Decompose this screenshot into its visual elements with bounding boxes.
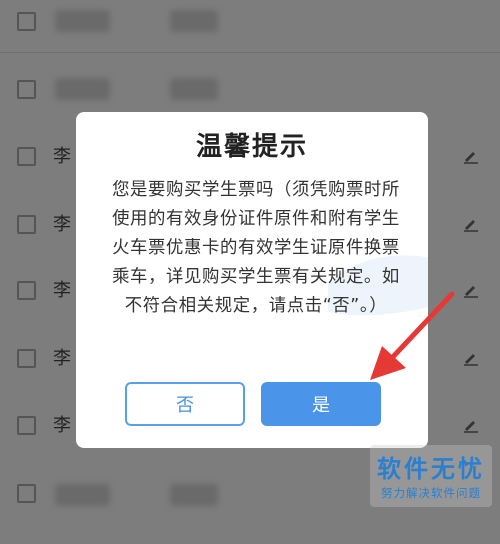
watermark-subtitle: 努力解决软件问题 bbox=[381, 486, 481, 500]
edit-icon[interactable] bbox=[463, 148, 479, 164]
blurred-name bbox=[55, 78, 110, 100]
passenger-name: 李 bbox=[53, 415, 71, 436]
blurred-name bbox=[55, 10, 110, 32]
passenger-checkbox[interactable] bbox=[17, 147, 36, 166]
passenger-name: 李 bbox=[53, 348, 71, 369]
site-watermark-logo: 软件无忧 努力解决软件问题 bbox=[370, 445, 492, 507]
edit-icon[interactable] bbox=[463, 216, 479, 232]
edit-icon[interactable] bbox=[463, 417, 479, 433]
passenger-checkbox[interactable] bbox=[17, 416, 36, 435]
passenger-name: 李 bbox=[53, 146, 71, 167]
row-divider bbox=[0, 52, 500, 53]
blurred-name bbox=[55, 484, 110, 506]
blurred-id bbox=[170, 10, 218, 32]
passenger-checkbox[interactable] bbox=[17, 215, 36, 234]
no-button[interactable]: 否 bbox=[125, 382, 245, 426]
passenger-row[interactable] bbox=[0, 0, 500, 68]
blurred-id bbox=[170, 484, 218, 506]
red-arrow-annotation bbox=[370, 291, 455, 380]
passenger-checkbox[interactable] bbox=[17, 12, 36, 31]
passenger-checkbox[interactable] bbox=[17, 484, 36, 503]
watermark-title: 软件无忧 bbox=[377, 455, 485, 483]
passenger-checkbox[interactable] bbox=[17, 80, 36, 99]
blurred-id bbox=[170, 78, 218, 100]
passenger-checkbox[interactable] bbox=[17, 281, 36, 300]
passenger-checkbox[interactable] bbox=[17, 349, 36, 368]
passenger-name: 李 bbox=[53, 280, 71, 301]
dialog-title: 温馨提示 bbox=[195, 132, 308, 162]
passenger-name: 李 bbox=[53, 214, 71, 235]
